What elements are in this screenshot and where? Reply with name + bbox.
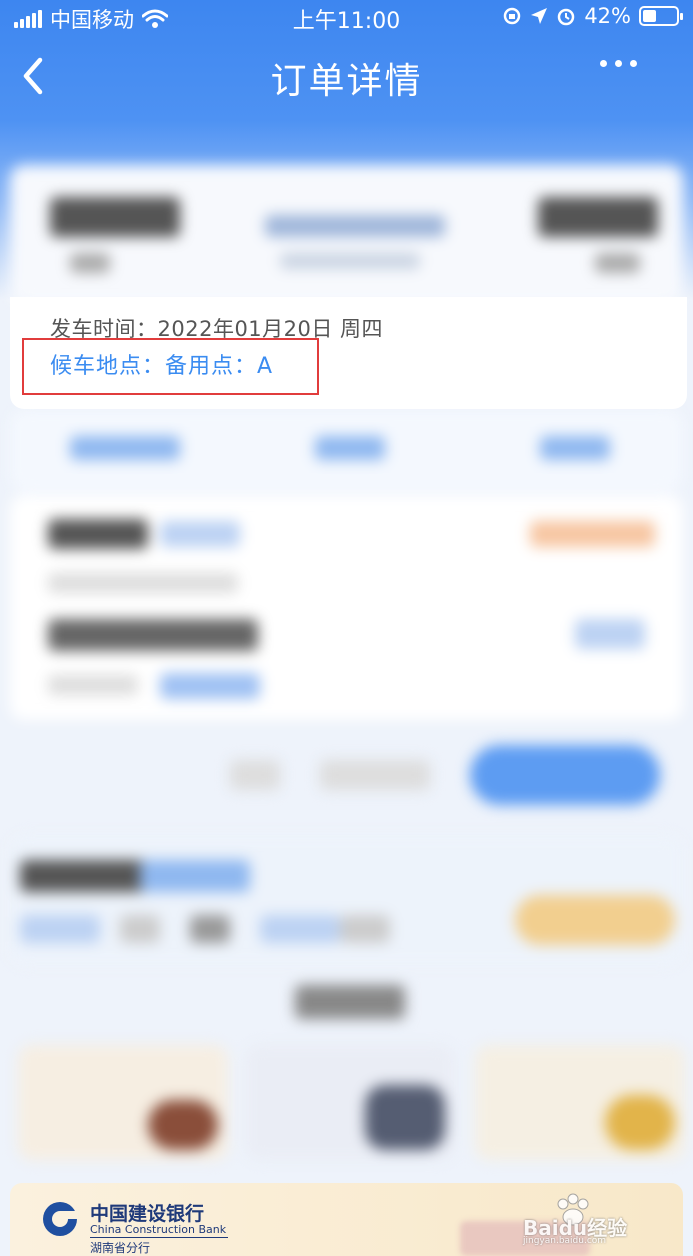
more-dot-icon bbox=[600, 60, 607, 67]
more-dot-icon bbox=[630, 60, 637, 67]
page-title: 订单详情 bbox=[270, 61, 423, 102]
battery-fill bbox=[643, 10, 657, 22]
alarm-icon bbox=[558, 8, 575, 26]
product-tile bbox=[245, 1045, 455, 1160]
location-icon bbox=[531, 8, 548, 24]
status-right: 42% bbox=[502, 4, 683, 28]
bank-name-cn: 中国建设银行 bbox=[90, 1203, 205, 1225]
battery-icon bbox=[639, 6, 683, 26]
battery-percent: 42% bbox=[584, 4, 631, 28]
orientation-lock-icon bbox=[504, 7, 521, 25]
nav-bar: 订单详情 bbox=[0, 40, 693, 112]
promo-card bbox=[10, 835, 683, 965]
driver-card bbox=[10, 495, 683, 720]
more-button[interactable] bbox=[600, 60, 637, 67]
highlight-box bbox=[22, 338, 319, 395]
bank-name-en: China Construction Bank bbox=[90, 1223, 227, 1236]
action-row bbox=[10, 410, 683, 490]
watermark-subtext: jingyan.baidu.com bbox=[523, 1236, 607, 1246]
product-tile bbox=[18, 1045, 228, 1160]
product-tile bbox=[475, 1045, 685, 1160]
more-dot-icon bbox=[615, 60, 622, 67]
trip-summary-card bbox=[10, 165, 683, 305]
ccb-logo-icon bbox=[43, 1202, 78, 1236]
status-bar: 中国移动 上午11:00 42% bbox=[0, 0, 693, 34]
bank-branch: 湖南省分行 bbox=[90, 1237, 228, 1256]
baidu-watermark: Baidu经验 jingyan.baidu.com bbox=[523, 1193, 663, 1246]
